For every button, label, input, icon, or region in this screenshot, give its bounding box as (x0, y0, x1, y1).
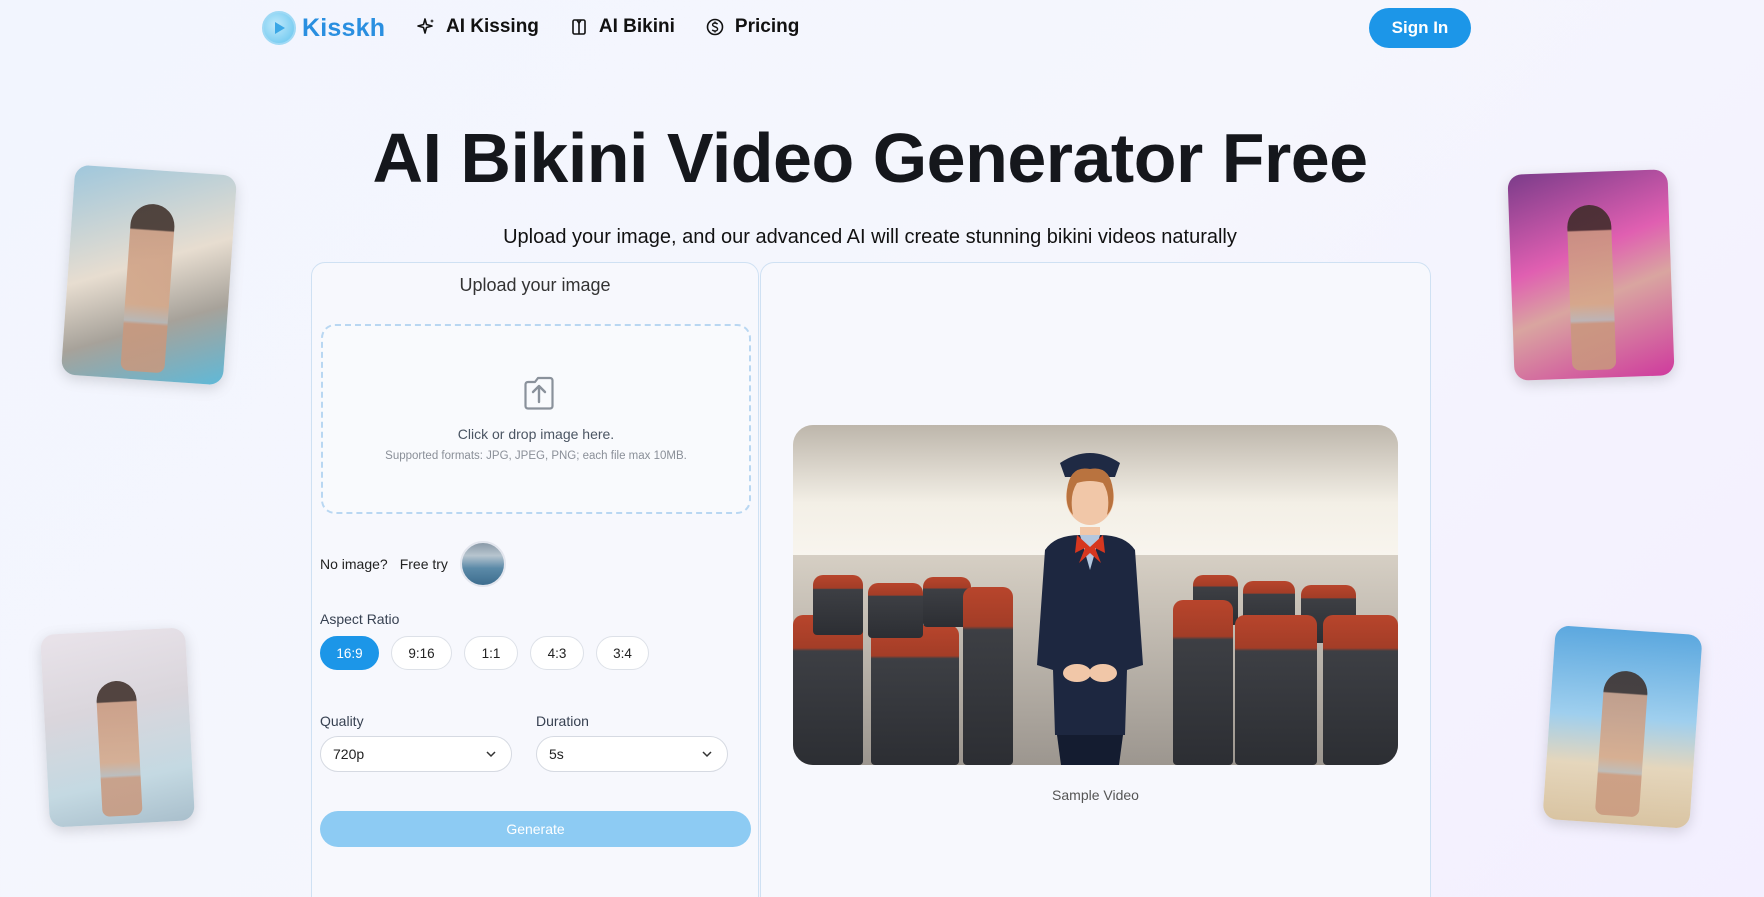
chevron-down-icon (702, 751, 712, 758)
aspect-ratio-options: 16:9 9:16 1:1 4:3 3:4 (320, 636, 649, 670)
main-nav: AI Kissing AI Bikini Pricing (416, 16, 799, 38)
aspect-ratio-4-3[interactable]: 4:3 (530, 636, 584, 670)
sparkle-icon (417, 18, 434, 34)
sample-video[interactable] (793, 425, 1398, 765)
aspect-ratio-9-16[interactable]: 9:16 (391, 636, 452, 670)
nav-pricing-label: Pricing (734, 16, 800, 37)
aspect-ratio-3-4[interactable]: 3:4 (596, 636, 649, 670)
upload-panel: Upload your image Click or drop image he… (311, 262, 759, 897)
free-try-row: No image? Free try (320, 541, 506, 587)
example-photo-pool (60, 164, 238, 386)
page-subtitle: Upload your image, and our advanced AI w… (503, 226, 1237, 248)
nav-ai-kissing-label: AI Kissing (446, 16, 539, 37)
example-photo-party (1507, 169, 1675, 381)
no-image-label: No image? (320, 556, 388, 572)
upload-panel-title: Upload your image (459, 275, 611, 295)
nav-ai-bikini[interactable]: AI Bikini (569, 16, 675, 38)
preview-panel: Sample Video (760, 262, 1431, 897)
dropzone-text: Click or drop image here. (457, 426, 615, 442)
dropzone-hint: Supported formats: JPG, JPEG, PNG; each … (385, 450, 687, 462)
logo[interactable]: Kisskh (262, 11, 385, 45)
duration-label: Duration (536, 713, 589, 729)
aspect-ratio-1-1[interactable]: 1:1 (464, 636, 518, 670)
image-dropzone[interactable]: Click or drop image here. Supported form… (321, 324, 751, 514)
nav-ai-kissing[interactable]: AI Kissing (416, 16, 539, 38)
aspect-ratio-label: Aspect Ratio (320, 611, 400, 627)
example-photo-beach (1542, 625, 1703, 829)
chevron-down-icon (486, 751, 496, 758)
quality-value: 720p (333, 746, 365, 762)
quality-select[interactable]: 720p (320, 736, 512, 772)
sample-video-caption: Sample Video (1052, 787, 1139, 803)
nav-ai-bikini-label: AI Bikini (598, 16, 675, 37)
generate-button[interactable]: Generate (320, 811, 751, 847)
aspect-ratio-16-9[interactable]: 16:9 (320, 636, 379, 670)
duration-value: 5s (549, 746, 564, 762)
shirt-icon (572, 19, 586, 35)
play-logo-icon (262, 11, 296, 45)
dollar-circle-icon (706, 18, 724, 36)
page-title: AI Bikini Video Generator Free (372, 119, 1368, 197)
logo-text: Kisskh (302, 13, 386, 42)
free-try-label: Free try (399, 556, 448, 572)
free-try-sample-image[interactable] (459, 541, 506, 587)
flight-attendant-figure (1037, 453, 1143, 765)
duration-select[interactable]: 5s (536, 736, 728, 772)
example-photo-blossom (40, 627, 195, 828)
top-nav-bar: Kisskh AI Kissing AI Bikini Pricing Sign… (0, 0, 1764, 56)
sign-in-button[interactable]: Sign In (1369, 8, 1471, 48)
nav-pricing[interactable]: Pricing (705, 16, 799, 38)
quality-label: Quality (320, 713, 364, 729)
upload-icon (524, 376, 554, 410)
